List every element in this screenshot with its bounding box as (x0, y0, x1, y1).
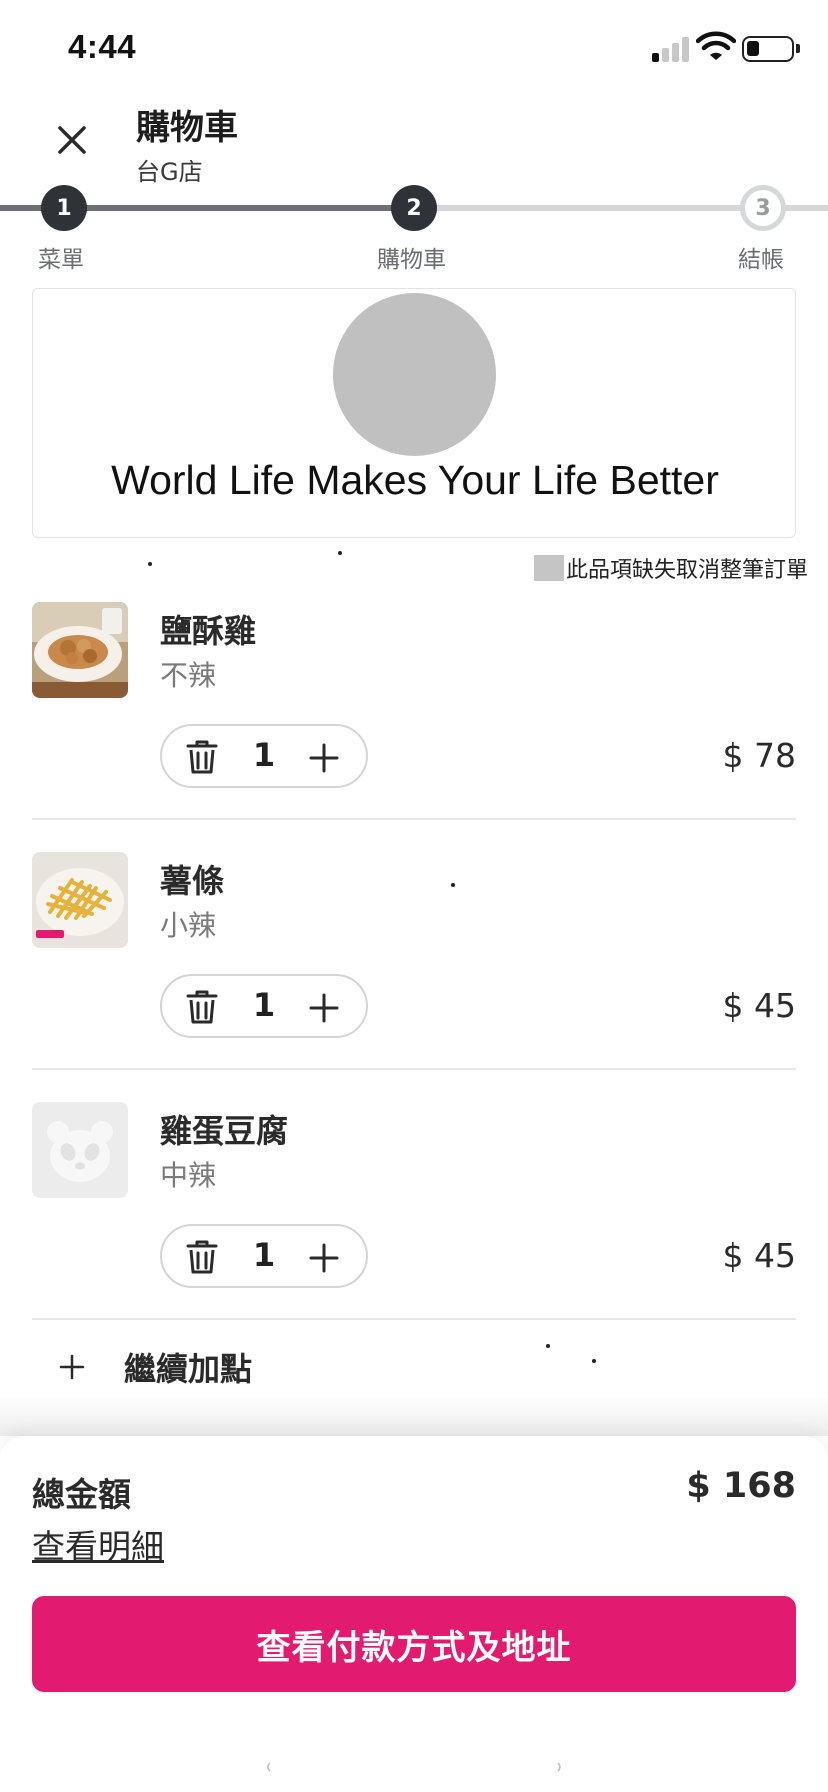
promo-banner[interactable]: World Life Makes Your Life Better (32, 288, 796, 538)
plus-icon[interactable] (308, 742, 340, 774)
step-1-label: 菜單 (38, 247, 84, 273)
cart-item: 薯條 小辣 1 $ 45 (32, 852, 796, 1102)
speck (592, 1359, 596, 1363)
total-label: 總金額 (32, 1475, 131, 1514)
item-price: $ 45 (722, 986, 796, 1025)
trash-icon[interactable] (184, 738, 220, 776)
item-divider (32, 818, 796, 820)
trash-icon[interactable] (184, 988, 220, 1026)
quantity-stepper[interactable]: 1 (160, 1224, 368, 1288)
step-2-label: 購物車 (377, 247, 446, 273)
view-details-link[interactable]: 查看明細 (32, 1520, 164, 1568)
item-divider (32, 1318, 796, 1320)
speck (546, 1344, 550, 1348)
item-price: $ 45 (722, 1236, 796, 1275)
quantity-stepper[interactable]: 1 (160, 724, 368, 788)
page-title: 購物車 (136, 108, 238, 148)
cart-item: 鹽酥雞 不辣 1 $ 78 (32, 602, 796, 852)
item-name: 薯條 (160, 862, 225, 900)
status-bar: 4:44 (0, 0, 828, 96)
cart-item: 雞蛋豆腐 中辣 1 $ 45 (32, 1102, 796, 1352)
item-option: 小辣 (160, 909, 217, 942)
close-button[interactable] (48, 116, 96, 164)
item-option: 不辣 (160, 659, 217, 692)
item-placeholder-image (32, 1102, 128, 1198)
total-value: $ 168 (686, 1466, 796, 1506)
item-image (32, 602, 128, 698)
speck (451, 883, 455, 887)
item-option: 中辣 (160, 1159, 217, 1192)
speck (148, 562, 152, 566)
notice-text: 此品項缺失取消整筆訂單 (565, 558, 808, 583)
item-price: $ 78 (722, 736, 796, 775)
step-2-circle: 2 (391, 185, 437, 231)
wifi-icon (696, 31, 736, 60)
out-of-stock-notice[interactable]: 此品項缺失取消整筆訂單 (533, 552, 808, 584)
checkout-button[interactable]: 查看付款方式及地址 (32, 1596, 796, 1692)
banner-text: World Life Makes Your Life Better (111, 457, 719, 503)
plus-icon[interactable] (308, 992, 340, 1024)
item-image (32, 852, 128, 948)
item-name: 雞蛋豆腐 (160, 1112, 289, 1150)
banner-logo-placeholder (333, 293, 496, 456)
battery-icon (742, 36, 800, 62)
item-name: 鹽酥雞 (160, 612, 257, 650)
sheet-shadow (0, 1396, 828, 1436)
status-time: 4:44 (68, 28, 137, 65)
plus-icon[interactable] (308, 1242, 340, 1274)
store-name: 台G店 (136, 158, 203, 186)
quantity-value: 1 (252, 1236, 276, 1274)
home-indicator (267, 1762, 561, 1772)
quantity-stepper[interactable]: 1 (160, 974, 368, 1038)
speck (338, 551, 342, 555)
quantity-value: 1 (252, 736, 276, 774)
trash-icon[interactable] (184, 1238, 220, 1276)
step-3-circle: 3 (740, 185, 786, 231)
add-more-button[interactable]: 繼續加點 (56, 1344, 252, 1390)
quantity-value: 1 (252, 986, 276, 1024)
item-divider (32, 1068, 796, 1070)
cellular-signal-icon (652, 36, 692, 62)
checkout-summary-sheet: 總金額 $ 168 查看明細 查看付款方式及地址 (0, 1436, 828, 1792)
step-3-label: 結帳 (738, 247, 784, 273)
close-icon (58, 126, 86, 154)
step-1-circle: 1 (41, 185, 87, 231)
notice-checkbox[interactable] (533, 555, 564, 581)
plus-icon (59, 1354, 85, 1380)
add-more-label: 繼續加點 (124, 1350, 253, 1388)
panda-icon (32, 1102, 128, 1198)
